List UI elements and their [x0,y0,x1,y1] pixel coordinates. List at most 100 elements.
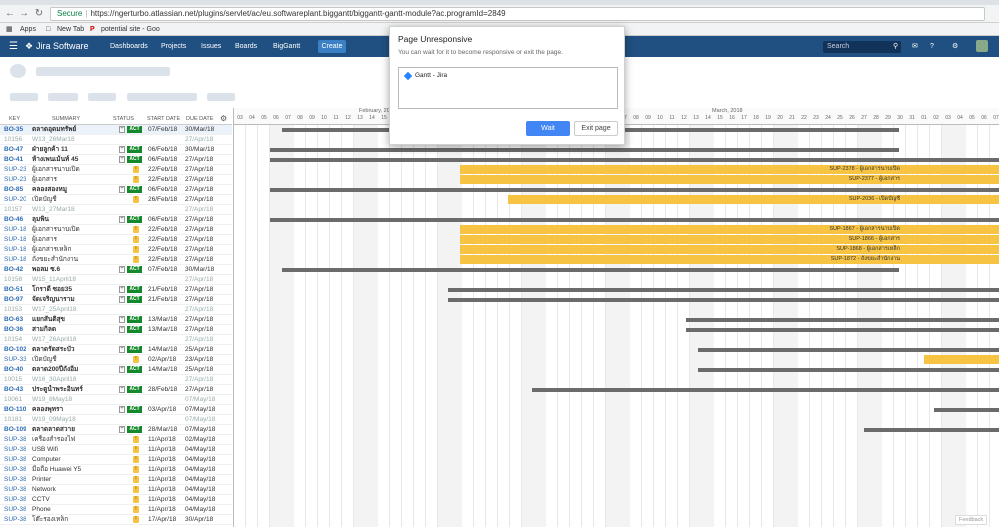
table-row[interactable]: SUP-38 CCTV! 11/Apr/18 04/May/18 [0,495,232,505]
gantt-task-bar[interactable] [448,298,999,302]
col-status[interactable]: STATUS [113,116,134,122]
table-row[interactable]: 10181 W19_09May18 07/May/18 [0,415,232,425]
issue-key[interactable]: BO-40 [4,365,26,375]
table-row[interactable]: BO-97 จัดเจริญนาราม + ACT 21/Feb/18 27/Apr/18 [0,295,232,305]
bookmark-new-tab[interactable]: New Tab [57,23,84,36]
expand-toggle-icon[interactable]: + [119,406,125,413]
table-row[interactable]: 10154 W17_26April18 27/Apr/18 [0,335,232,345]
table-row[interactable]: BO-42 พอลม ซ.6 + ACT 07/Feb/18 30/Mar/18 [0,265,232,275]
notifications-icon[interactable]: ✉ [912,36,918,57]
issue-key[interactable]: BO-36 [4,325,26,335]
issue-key[interactable]: 10157 [4,205,26,215]
nav-projects[interactable]: Projects [161,36,186,57]
expand-toggle-icon[interactable]: + [119,296,125,303]
issue-key[interactable]: SUP-23 [4,175,26,185]
issue-key[interactable]: 10153 [4,305,26,315]
issue-key[interactable]: BO-35 [4,125,26,135]
table-row[interactable]: BO-102 ตลาดรัดสระบัว + ACT 14/Mar/18 25/Apr/1… [0,345,232,355]
expand-toggle-icon[interactable]: + [119,126,125,133]
gantt-task-bar[interactable] [698,368,999,372]
table-row[interactable]: SUP-38 มือถือ Huawei Y5! 11/Apr/18 04/May/1… [0,465,232,475]
issue-key[interactable]: BO-42 [4,265,26,275]
issue-key[interactable]: BO-41 [4,155,26,165]
issue-key[interactable]: 10158 [4,275,26,285]
expand-toggle-icon[interactable]: + [119,156,125,163]
gantt-task-bar[interactable] [270,148,899,152]
issue-key[interactable]: 10015 [4,375,26,385]
issue-key[interactable]: BO-51 [4,285,26,295]
issue-key[interactable]: BO-102 [4,345,26,355]
table-row[interactable]: BO-41 ห้างเพนเม้นท์ 45 + ACT 06/Feb/18 27/Apr… [0,155,232,165]
table-row[interactable]: SUP-18 ถังขยะสำนักงาน! 22/Feb/18 27/Apr/18 [0,255,232,265]
bookmark-potential-site[interactable]: potential site - Goo [101,23,160,36]
issue-key[interactable]: SUP-38 [4,475,26,485]
table-row[interactable]: SUP-18 ผู้เอกสารนาบเปิด! 22/Feb/18 27/Apr/1… [0,225,232,235]
col-due-date[interactable]: DUE DATE [186,116,213,122]
expand-toggle-icon[interactable]: + [119,216,125,223]
table-row[interactable]: BO-36 สามกิลด + ACT 13/Mar/18 27/Apr/18 [0,325,232,335]
table-row[interactable]: SUP-38 Network! 11/Apr/18 04/May/18 [0,485,232,495]
nav-biggantt[interactable]: BigGantt [273,36,300,57]
table-row[interactable]: SUP-38 เครื่องสำรองไฟ! 11/Apr/18 02/May/18 [0,435,232,445]
expand-toggle-icon[interactable]: + [119,326,125,333]
table-row[interactable]: BO-110 คลองพุทรา + ACT 03/Apr/18 07/May/18 [0,405,232,415]
table-row[interactable]: 10015 W16_30April18 27/Apr/18 [0,375,232,385]
expand-toggle-icon[interactable]: + [119,316,125,323]
expand-toggle-icon[interactable]: + [119,146,125,153]
expand-toggle-icon[interactable]: + [119,286,125,293]
col-summary[interactable]: SUMMARY [52,116,80,122]
table-row[interactable]: BO-40 ตลาด200ปีถังอิ่ม + ACT 14/Mar/18 25/Apr… [0,365,232,375]
gantt-subtask-bar[interactable]: SUP-1867 - ผู้เอกสารนาบเปิด [460,225,999,234]
table-row[interactable]: SUP-23 ผู้เอกสารนาบเปิด! 22/Feb/18 27/Apr/1… [0,165,232,175]
table-row[interactable]: 10156 W13_26Mar18 27/Apr/18 [0,135,232,145]
help-icon[interactable]: ? [930,36,934,57]
issue-key[interactable]: BO-46 [4,215,26,225]
issue-key[interactable]: SUP-33 [4,355,26,365]
expand-toggle-icon[interactable]: + [119,386,125,393]
exit-page-button[interactable]: Exit page [574,121,618,136]
issue-key[interactable]: SUP-38 [4,445,26,455]
issue-key[interactable]: BO-63 [4,315,26,325]
issue-key[interactable]: SUP-38 [4,435,26,445]
gantt-task-bar[interactable] [270,158,999,162]
issue-key[interactable]: SUP-38 [4,495,26,505]
issue-key[interactable]: SUP-38 [4,485,26,495]
brand-name[interactable]: Jira Software [36,36,89,57]
table-row[interactable]: BO-46 ลุมพิน + ACT 06/Feb/18 27/Apr/18 [0,215,232,225]
expand-toggle-icon[interactable]: + [119,426,125,433]
gantt-subtask-bar[interactable]: SUP-1872 - ถังขยะสำนักงาน [460,255,999,264]
table-row[interactable]: SUP-38 Phone! 11/Apr/18 04/May/18 [0,505,232,515]
table-row[interactable]: SUP-38 โต๊ะรองเหล็ก! 17/Apr/18 30/Apr/18 [0,515,232,525]
issue-key[interactable]: 10061 [4,395,26,405]
expand-toggle-icon[interactable]: + [119,346,125,353]
issue-key[interactable]: SUP-38 [4,515,26,525]
nav-issues[interactable]: Issues [201,36,221,57]
gantt-task-bar[interactable] [448,288,999,292]
wait-button[interactable]: Wait [526,121,570,136]
issue-key[interactable]: 10181 [4,415,26,425]
issue-key[interactable]: 10154 [4,335,26,345]
table-row[interactable]: SUP-18 ผู้เอกสาร! 22/Feb/18 27/Apr/18 [0,235,232,245]
issue-key[interactable]: SUP-20 [4,195,26,205]
gantt-subtask-bar[interactable] [924,355,999,364]
issue-key[interactable]: SUP-18 [4,225,26,235]
gantt-subtask-bar[interactable]: SUP-2036 - เปิดบัญชี [508,195,999,204]
url-input[interactable]: Secure | https://ngerturbo.atlassian.net/p… [50,7,985,21]
forward-icon[interactable]: → [18,8,30,20]
issue-key[interactable]: SUP-38 [4,465,26,475]
issue-key[interactable]: 10156 [4,135,26,145]
table-row[interactable]: 10061 W19_8May18 07/May/18 [0,395,232,405]
gantt-subtask-bar[interactable]: SUP-1866 - ผู้เอกสาร [460,235,999,244]
gantt-task-bar[interactable] [686,328,999,332]
nav-dashboards[interactable]: Dashboards [110,36,148,57]
avatar[interactable] [976,40,988,52]
table-row[interactable]: SUP-20 เปิดบัญชี! 26/Feb/18 27/Apr/18 [0,195,232,205]
gantt-task-bar[interactable] [864,428,999,432]
gantt-task-bar[interactable] [934,408,999,412]
create-button[interactable]: Create [318,40,346,53]
back-icon[interactable]: ← [4,8,16,20]
col-start-date[interactable]: START DATE [147,116,180,122]
column-settings-icon[interactable]: ⚙ [220,114,227,123]
issue-key[interactable]: SUP-18 [4,245,26,255]
bookmark-apps[interactable]: Apps [20,23,36,36]
